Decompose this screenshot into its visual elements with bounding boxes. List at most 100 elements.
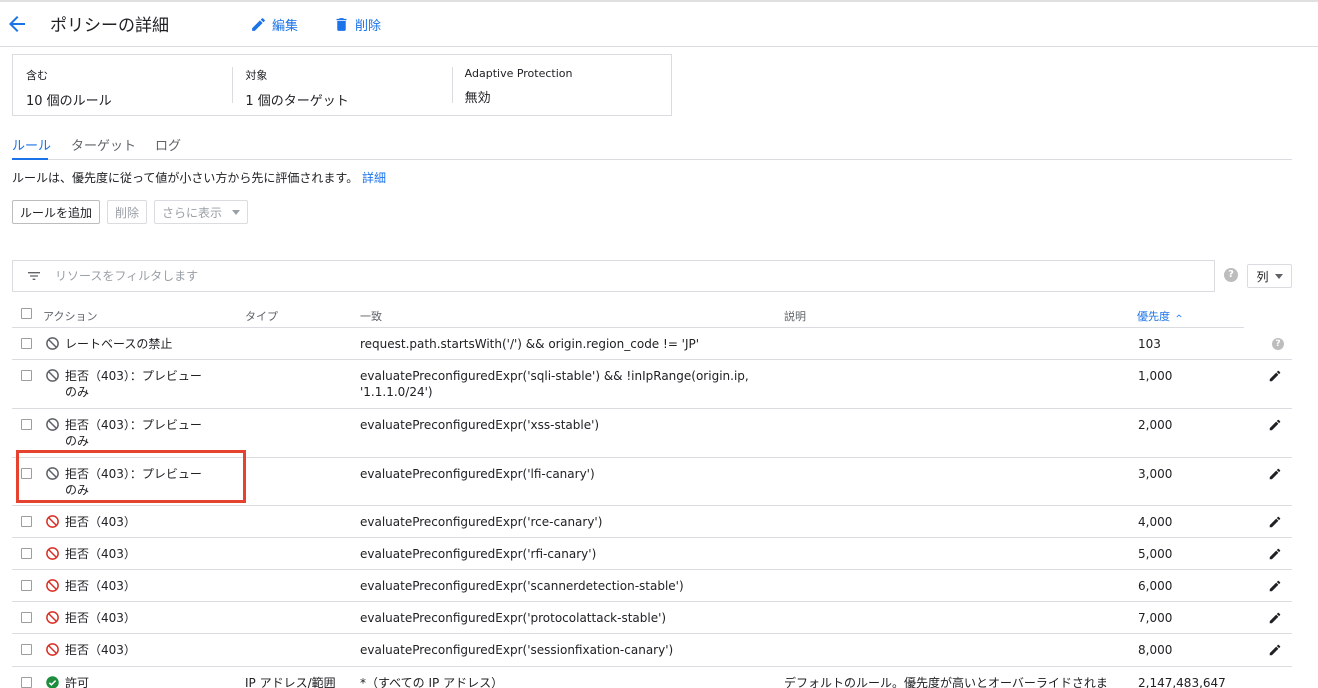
- priority-text: 103: [1138, 337, 1161, 351]
- type-text: IP アドレス/範囲: [245, 676, 336, 688]
- column-header-type: タイプ: [245, 310, 278, 323]
- delete-rule-button[interactable]: 削除: [107, 200, 148, 224]
- page-header: ポリシーの詳細 編集 削除: [0, 2, 1318, 47]
- block-icon: [46, 643, 59, 656]
- match-text: *（すべての IP アドレス）: [360, 676, 504, 688]
- action-text: 拒否（403）：プレビューのみ: [65, 418, 202, 448]
- row-checkbox[interactable]: [21, 419, 32, 430]
- block-icon: [46, 369, 59, 382]
- table-row[interactable]: 拒否（403） evaluatePreconfiguredExpr('protoc…: [12, 602, 1292, 634]
- edit-icon[interactable]: [1268, 418, 1282, 432]
- row-checkbox[interactable]: [21, 370, 32, 381]
- filter-icon: [28, 272, 40, 280]
- table-row[interactable]: 拒否（403） evaluatePreconfiguredExpr('sessio…: [12, 634, 1292, 667]
- edit-button[interactable]: 編集: [250, 13, 298, 35]
- summary-targets-label: 対象: [245, 69, 268, 82]
- delete-button[interactable]: 削除: [333, 13, 381, 35]
- column-header-priority[interactable]: 優先度: [1137, 308, 1184, 324]
- edit-icon[interactable]: [1268, 467, 1282, 481]
- edit-icon[interactable]: [1268, 643, 1282, 657]
- tab-rules[interactable]: ルール: [12, 135, 51, 154]
- priority-text: 3,000: [1138, 467, 1173, 481]
- action-cell: 拒否（403）：プレビューのみ: [45, 466, 213, 498]
- table-row[interactable]: 拒否（403） evaluatePreconfiguredExpr('rfi-ca…: [12, 538, 1292, 570]
- table-row[interactable]: 拒否（403）：プレビューのみ evaluatePreconfiguredExpr…: [12, 458, 1292, 506]
- action-cell: レートベースの禁止: [45, 336, 213, 352]
- show-more-label: さらに表示: [162, 205, 223, 220]
- table-row[interactable]: 拒否（403）：プレビューのみ evaluatePreconfiguredExpr…: [12, 409, 1292, 458]
- action-text: 拒否（403）: [65, 547, 136, 561]
- select-all-checkbox[interactable]: [21, 308, 32, 319]
- rules-table: アクション タイプ 一致 説明 優先度 レートベースの禁止 request.pat…: [12, 300, 1292, 688]
- table-row[interactable]: レートベースの禁止 request.path.startsWith('/') &&…: [12, 328, 1292, 360]
- match-text: request.path.startsWith('/') && origin.r…: [360, 337, 700, 351]
- row-checkbox[interactable]: [21, 612, 32, 623]
- edit-icon[interactable]: [1268, 369, 1282, 383]
- block-icon: [46, 515, 59, 528]
- row-checkbox[interactable]: [21, 468, 32, 479]
- columns-button[interactable]: 列: [1247, 264, 1292, 288]
- column-header-match: 一致: [360, 310, 382, 323]
- table-row[interactable]: 拒否（403） evaluatePreconfiguredExpr('rce-ca…: [12, 506, 1292, 538]
- row-checkbox[interactable]: [21, 548, 32, 559]
- add-rule-button[interactable]: ルールを追加: [12, 200, 101, 224]
- table-body: レートベースの禁止 request.path.startsWith('/') &&…: [12, 328, 1292, 688]
- block-icon: [46, 611, 59, 624]
- filter-input[interactable]: [55, 269, 1155, 283]
- priority-text: 7,000: [1138, 611, 1173, 625]
- block-icon: [46, 467, 59, 480]
- sort-ascending-icon: [1176, 314, 1182, 318]
- action-text: 拒否（403）: [65, 643, 136, 657]
- priority-text: 4,000: [1138, 515, 1173, 529]
- block-icon: [46, 579, 59, 592]
- block-icon: [46, 418, 59, 431]
- edit-icon[interactable]: [1268, 579, 1282, 593]
- action-text: 拒否（403）: [65, 611, 136, 625]
- tab-targets[interactable]: ターゲット: [71, 135, 136, 154]
- help-icon[interactable]: ?: [1272, 338, 1284, 350]
- priority-text: 2,000: [1138, 418, 1173, 432]
- table-row[interactable]: 拒否（403） evaluatePreconfiguredExpr('scanne…: [12, 570, 1292, 602]
- block-icon: [46, 337, 59, 350]
- action-text: 拒否（403）: [65, 515, 136, 529]
- action-text: レートベースの禁止: [65, 337, 173, 351]
- row-checkbox[interactable]: [21, 677, 32, 688]
- edit-icon[interactable]: [1268, 515, 1282, 529]
- row-checkbox[interactable]: [21, 516, 32, 527]
- summary-adaptive-protection: Adaptive Protection 無効: [451, 55, 671, 115]
- summary-rules-value: 10 個のルール: [26, 94, 112, 109]
- priority-text: 6,000: [1138, 579, 1173, 593]
- column-header-priority-label: 優先度: [1137, 310, 1170, 323]
- pencil-icon: [252, 17, 265, 31]
- table-row[interactable]: 拒否（403）：プレビューのみ evaluatePreconfiguredExpr…: [12, 360, 1292, 409]
- action-cell: 許可: [45, 675, 213, 688]
- table-row[interactable]: 許可 IP アドレス/範囲 *（すべての IP アドレス） デフォルトのルール。優先度…: [12, 667, 1292, 688]
- back-arrow-icon[interactable]: [5, 12, 29, 36]
- priority-text: 1,000: [1138, 369, 1173, 383]
- show-more-button[interactable]: さらに表示: [154, 200, 249, 224]
- action-text: 許可: [65, 676, 90, 688]
- action-cell: 拒否（403）: [45, 514, 213, 530]
- help-icon[interactable]: ?: [1224, 268, 1238, 282]
- filter-bar: [12, 260, 1215, 292]
- row-checkbox[interactable]: [21, 644, 32, 655]
- rules-description-text: ルールは、優先度に従って値が小さい方から先に評価されます。: [12, 171, 359, 185]
- edit-icon[interactable]: [1268, 611, 1282, 625]
- priority-text: 8,000: [1138, 643, 1173, 657]
- row-checkbox[interactable]: [21, 580, 32, 591]
- details-link[interactable]: 詳細: [362, 171, 386, 185]
- rules-description: ルールは、優先度に従って値が小さい方から先に評価されます。 詳細: [12, 169, 386, 186]
- trash-icon: [336, 17, 347, 31]
- tab-logs[interactable]: ログ: [155, 135, 181, 154]
- delete-label: 削除: [355, 18, 382, 34]
- column-header-description: 説明: [784, 310, 806, 323]
- summary-targets-value: 1 個のターゲット: [245, 94, 349, 109]
- action-cell: 拒否（403）: [45, 642, 213, 658]
- edit-icon[interactable]: [1268, 547, 1282, 561]
- row-checkbox[interactable]: [21, 338, 32, 349]
- tab-bar: ルール ターゲット ログ: [12, 128, 1292, 160]
- policy-summary: 含む 10 個のルール 対象 1 個のターゲット Adaptive Protec…: [12, 54, 672, 116]
- match-text: evaluatePreconfiguredExpr('xss-stable'): [360, 418, 600, 432]
- column-header-action: アクション: [43, 310, 98, 323]
- action-text: 拒否（403）：プレビューのみ: [65, 467, 202, 497]
